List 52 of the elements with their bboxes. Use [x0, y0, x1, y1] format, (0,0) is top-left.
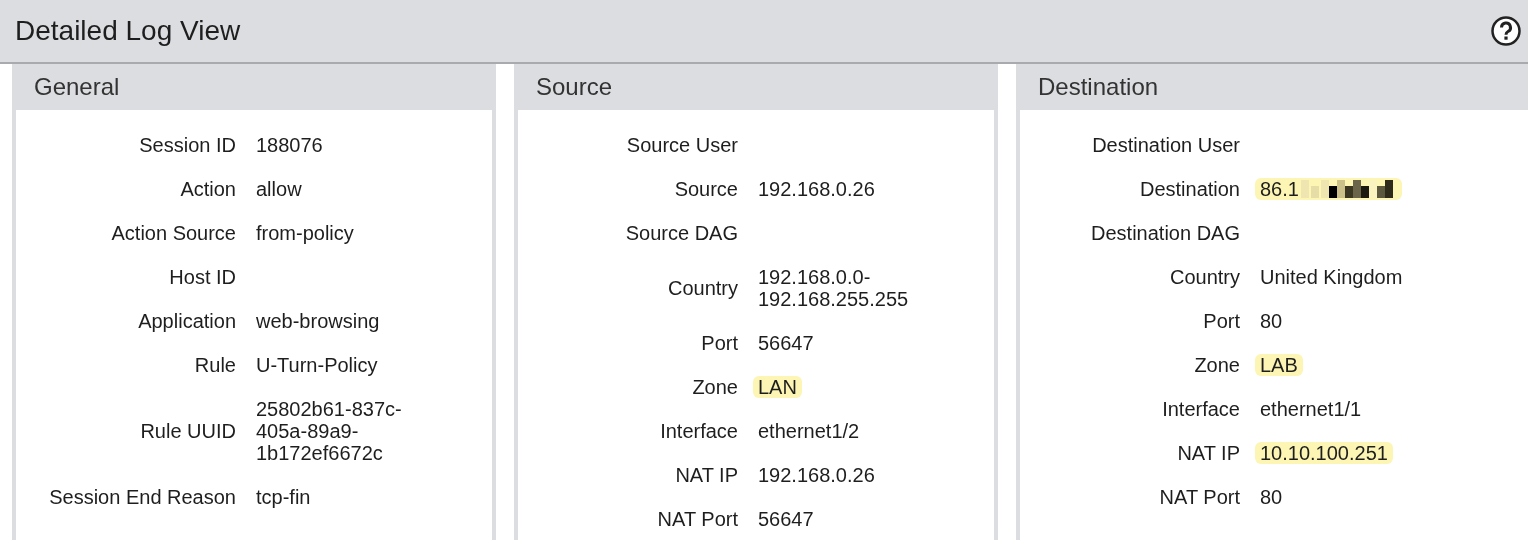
- field-value: web-browsing: [256, 310, 380, 332]
- field-value: tcp-fin: [256, 486, 311, 508]
- field-value: LAB: [1255, 354, 1303, 376]
- field-value: 192.168.0.26: [758, 178, 875, 200]
- field-label: Country: [1168, 266, 1240, 288]
- field-value: 86.1: [1255, 178, 1402, 200]
- window-title: Detailed Log View: [15, 15, 241, 47]
- field-label: Action Source: [110, 222, 236, 244]
- field-value: 10.10.100.251: [1255, 442, 1393, 464]
- field-label: Zone: [1193, 354, 1240, 376]
- field-label: NAT IP: [1176, 442, 1240, 464]
- field-label: Application: [137, 310, 236, 332]
- field-label: Port: [1202, 310, 1240, 332]
- field-label: Country: [666, 277, 738, 299]
- field-value: 25802b61-837c- 405a-89a9- 1b172ef6672c: [256, 398, 402, 464]
- field-label: Host ID: [168, 266, 236, 288]
- field-label: NAT Port: [656, 508, 738, 530]
- field-label: Source User: [625, 134, 738, 156]
- field-label: Rule UUID: [139, 420, 236, 442]
- field-value: ethernet1/2: [758, 420, 860, 442]
- field-label: Action: [179, 178, 236, 200]
- panel-header: Source: [518, 64, 994, 110]
- field-label: Destination User: [1091, 134, 1240, 156]
- field-value: 56647: [758, 332, 814, 354]
- field-label: Source DAG: [624, 222, 738, 244]
- field-value: 56647: [758, 508, 814, 530]
- panel-header: General: [16, 64, 492, 110]
- field-value: 192.168.0.26: [758, 464, 875, 486]
- field-value: 80: [1260, 486, 1283, 508]
- field-label: Interface: [659, 420, 738, 442]
- field-value: U-Turn-Policy: [256, 354, 378, 376]
- field-label: Rule: [193, 354, 236, 376]
- field-value: from-policy: [256, 222, 354, 244]
- field-label: Interface: [1161, 398, 1240, 420]
- field-label: Destination: [1138, 178, 1240, 200]
- help-icon[interactable]: [1490, 15, 1522, 47]
- field-value: 188076: [256, 134, 323, 156]
- panel-header: Destination: [1020, 64, 1528, 110]
- field-value: allow: [256, 178, 302, 200]
- field-label: Zone: [691, 376, 738, 398]
- field-label: NAT Port: [1158, 486, 1240, 508]
- field-label: Port: [700, 332, 738, 354]
- field-value: United Kingdom: [1260, 266, 1403, 288]
- field-label: Source: [673, 178, 738, 200]
- field-label: Session ID: [138, 134, 236, 156]
- field-value: ethernet1/1: [1260, 398, 1362, 420]
- field-label: Session End Reason: [48, 486, 236, 508]
- field-label: Destination DAG: [1090, 222, 1240, 244]
- field-value: LAN: [753, 376, 802, 398]
- field-label: NAT IP: [674, 464, 738, 486]
- field-value: 80: [1260, 310, 1283, 332]
- field-value: 192.168.0.0- 192.168.255.255: [758, 266, 909, 310]
